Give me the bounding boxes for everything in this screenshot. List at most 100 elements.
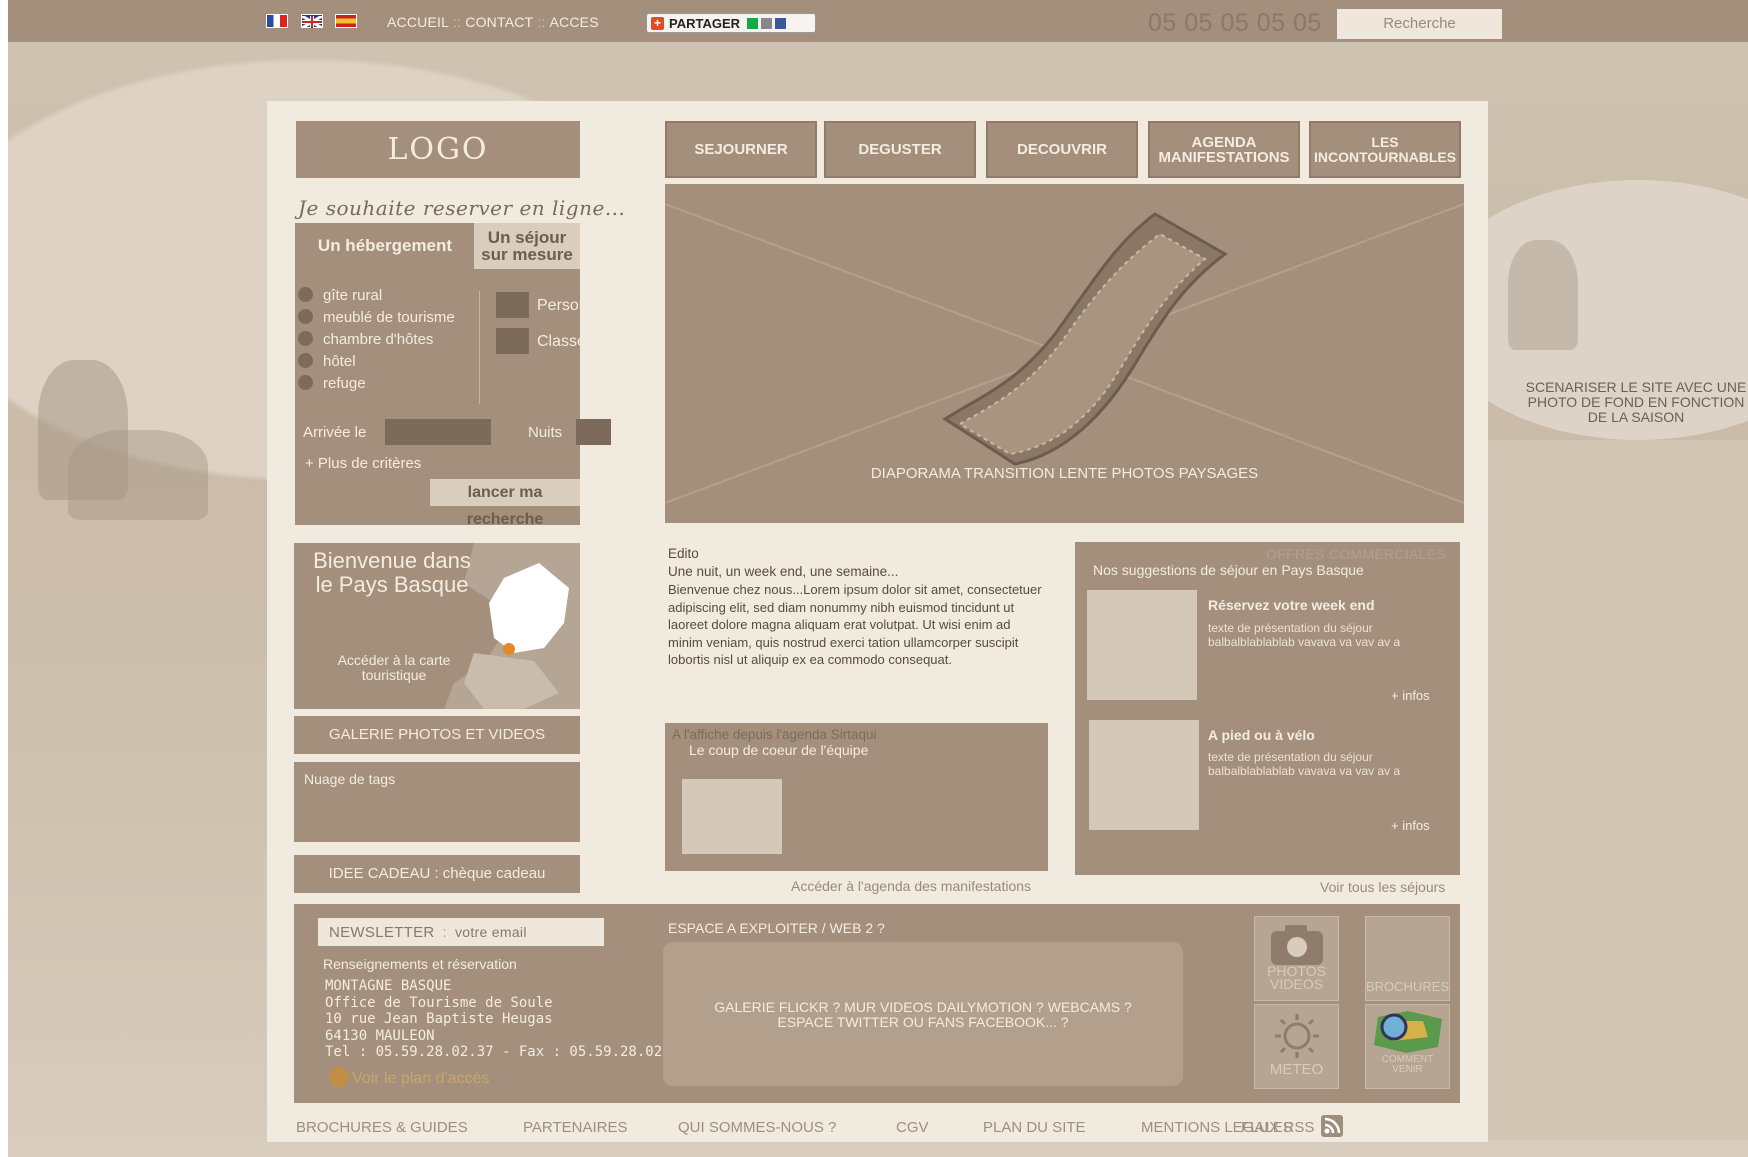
newsletter-placeholder: votre email — [454, 924, 527, 940]
rating-select[interactable] — [496, 328, 529, 354]
meteo-label: METEO — [1269, 1061, 1324, 1078]
nights-field[interactable] — [576, 419, 611, 445]
share-label: PARTAGER — [669, 16, 741, 31]
offer-2-image[interactable] — [1089, 720, 1199, 830]
nav-agenda[interactable]: AGENDA MANIFESTATIONS — [1148, 121, 1300, 178]
address-line: MONTAGNE BASQUE — [325, 978, 452, 994]
edito-subtitle: Une nuit, un week end, une semaine... — [668, 564, 899, 579]
nav-sejourner[interactable]: SEJOURNER — [665, 121, 817, 178]
delicious-icon — [746, 18, 758, 29]
bottom-section: NEWSLETTER: votre email Renseignements et… — [294, 904, 1460, 1103]
offers-box: OFFRES COMMERCIALES Nos suggestions de s… — [1075, 542, 1460, 875]
address-line: Office de Tourisme de Soule — [325, 994, 553, 1011]
top-link-contact[interactable]: CONTACT — [465, 14, 533, 30]
newsletter-label: NEWSLETTER — [329, 924, 435, 941]
separator: : — [442, 924, 447, 941]
sun-icon — [1274, 1014, 1319, 1058]
radio-label: chambre d'hôtes — [323, 331, 434, 348]
nav-deguster[interactable]: DEGUSTER — [824, 121, 976, 178]
directions-tile[interactable]: COMMENT VENIR — [1365, 1004, 1450, 1089]
offer-1-title[interactable]: Réservez votre week end — [1208, 597, 1375, 613]
offer-1-image[interactable] — [1087, 590, 1197, 700]
radio-type-4[interactable]: hôtel — [298, 353, 356, 370]
map-title: Bienvenue dans le Pays Basque — [313, 548, 471, 597]
offer-2-title[interactable]: A pied ou à vélo — [1208, 727, 1315, 743]
digg-icon — [760, 18, 772, 29]
map-link[interactable]: Accéder à la carte touristique — [319, 653, 469, 683]
radio-type-5[interactable]: refuge — [298, 375, 366, 392]
main-panel: LOGO Je souhaite reserver en ligne... Un… — [267, 101, 1488, 1142]
web2-line2: ESPACE TWITTER OU FANS FACEBOOK... ? — [777, 1014, 1069, 1030]
access-map-link[interactable]: Voir le plan d'accès — [329, 1067, 489, 1088]
footer-link-about[interactable]: QUI SOMMES-NOUS ? — [678, 1119, 836, 1136]
rss-icon[interactable] — [1321, 1115, 1343, 1137]
edito-text: Bienvenue chez nous...Lorem ipsum dolor … — [668, 582, 1042, 667]
footer-link-rss[interactable]: FLUX RSS — [1241, 1119, 1314, 1136]
footer-link-sitemap[interactable]: PLAN DU SITE — [983, 1119, 1086, 1136]
arrival-date-field[interactable] — [385, 419, 491, 445]
offer-2-more-link[interactable]: + infos — [1391, 818, 1430, 833]
offer-1-text: texte de présentation du séjour balbalbl… — [1208, 621, 1401, 649]
edito-label: Edito — [668, 546, 699, 561]
tab-accommodation[interactable]: Un hébergement — [295, 223, 475, 269]
footer-link-cgv[interactable]: CGV — [896, 1119, 929, 1136]
radio-type-1[interactable]: gîte rural — [298, 287, 382, 304]
radio-type-2[interactable]: meublé de tourisme — [298, 309, 455, 326]
radio-type-3[interactable]: chambre d'hôtes — [298, 331, 433, 348]
gift-button[interactable]: IDEE CADEAU : chèque cadeau — [294, 855, 580, 893]
search-button[interactable]: lancer ma recherche — [430, 479, 580, 528]
agenda-title: A l'affiche depuis l'agenda Sirtaqui — [672, 727, 877, 742]
top-links: ACCUEIL:: CONTACT:: ACCES — [387, 14, 599, 30]
agenda-link[interactable]: Accéder à l'agenda des manifestations — [791, 878, 1031, 894]
nav-incontournables[interactable]: LES INCONTOURNABLES — [1309, 121, 1461, 178]
persons-select[interactable] — [496, 292, 529, 318]
flag-es-icon[interactable] — [335, 14, 357, 28]
top-bar: ACCUEIL:: CONTACT:: ACCES + PARTAGER 05 05… — [8, 0, 1748, 42]
photos-videos-tile[interactable]: PHOTOS VIDEOS — [1254, 916, 1339, 1001]
map-teaser[interactable]: Bienvenue dans le Pays Basque Accéder à … — [294, 543, 580, 709]
slideshow[interactable]: DIAPORAMA TRANSITION LENTE PHOTOS PAYSAG… — [665, 184, 1464, 523]
edito: Edito Une nuit, un week end, une semaine… — [668, 545, 1048, 669]
more-criteria-link[interactable]: + Plus de critères — [305, 455, 421, 472]
persons-label: Personnes — [537, 297, 614, 314]
share-button[interactable]: + PARTAGER — [646, 13, 816, 33]
meteo-tile[interactable]: METEO — [1254, 1004, 1339, 1089]
search-input[interactable]: Recherche — [1337, 9, 1502, 39]
radio-icon — [298, 309, 313, 324]
newsletter-input[interactable]: NEWSLETTER: votre email — [318, 918, 604, 946]
flag-fr-icon[interactable] — [266, 14, 288, 28]
nav-decouvrir[interactable]: DECOUVRIR — [986, 121, 1138, 178]
separator: :: — [537, 14, 546, 30]
rss-glyph — [1324, 1117, 1341, 1134]
web2-line1: GALERIE FLICKR ? MUR VIDEOS DAILYMOTION … — [714, 999, 1132, 1015]
tab-custom-stay[interactable]: Un séjour sur mesure — [474, 223, 580, 269]
top-link-acces[interactable]: ACCES — [550, 14, 599, 30]
agenda-subtitle: Le coup de coeur de l'équipe — [689, 742, 869, 758]
booking-form: Un hébergement Un séjour sur mesure gîte … — [295, 223, 621, 528]
footer-link-partenaires[interactable]: PARTENAIRES — [523, 1119, 627, 1136]
brochures-label: BROCHURES — [1366, 979, 1450, 994]
web2-title: ESPACE A EXPLOITER / WEB 2 ? — [668, 920, 885, 936]
contact-heading: Renseignements et réservation — [323, 956, 517, 972]
arrival-label: Arrivée le — [303, 424, 367, 441]
address-line: 10 rue Jean Baptiste Heugas — [325, 1011, 553, 1027]
phone-number: 05 05 05 05 05 — [1148, 9, 1322, 37]
all-stays-link[interactable]: Voir tous les séjours — [1320, 879, 1445, 895]
tag-cloud-label: Nuage de tags — [304, 771, 396, 787]
offer-2-text: texte de présentation du séjour balbalbl… — [1208, 750, 1401, 778]
flag-uk-icon[interactable] — [301, 14, 323, 30]
footer-link-brochures[interactable]: BROCHURES & GUIDES — [296, 1119, 468, 1136]
radio-icon — [298, 287, 313, 302]
offer-1-more-link[interactable]: + infos — [1391, 688, 1430, 703]
logo[interactable]: LOGO — [296, 121, 580, 178]
agenda-thumbnail[interactable] — [682, 779, 782, 854]
gallery-button[interactable]: GALERIE PHOTOS ET VIDEOS — [294, 716, 580, 754]
directions-label: COMMENT VENIR — [1381, 1054, 1434, 1075]
agenda-box: A l'affiche depuis l'agenda Sirtaqui Le … — [665, 723, 1048, 871]
brochures-tile[interactable]: BROCHURES — [1365, 916, 1450, 1001]
top-link-accueil[interactable]: ACCUEIL — [387, 14, 449, 30]
address-line: 64130 MAULEON — [325, 1027, 435, 1044]
uk-cross-icon — [301, 14, 323, 30]
radio-icon — [298, 331, 313, 346]
tree — [1508, 240, 1578, 350]
